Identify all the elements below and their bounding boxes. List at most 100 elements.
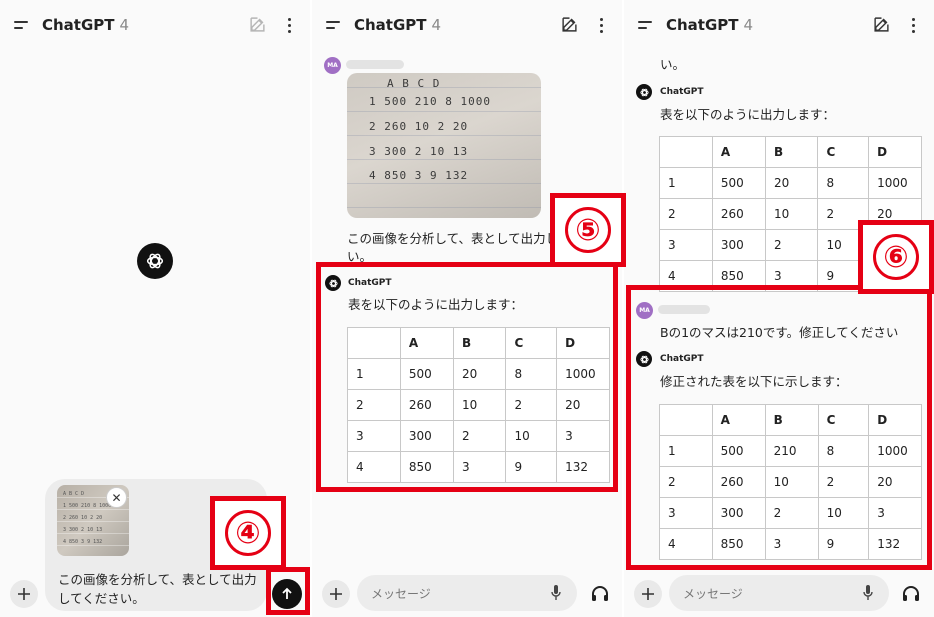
table-cell: 20 xyxy=(556,389,610,421)
table-cell: D xyxy=(868,136,922,168)
table-cell: 500 xyxy=(399,358,454,390)
plus-icon xyxy=(18,588,30,600)
table-cell: A xyxy=(711,136,766,168)
edit-icon[interactable] xyxy=(873,16,890,33)
user-avatar: MA xyxy=(324,57,341,74)
table-row: 485039132 xyxy=(347,451,610,483)
message-input[interactable]: この画像を分析して、表として出力してください。 xyxy=(58,570,258,608)
add-button[interactable] xyxy=(10,580,38,608)
table-cell: 1 xyxy=(659,167,713,199)
step-label-6: ⑥ xyxy=(858,220,934,294)
table-cell: D xyxy=(556,327,610,359)
result-table: A B C D 1 500 20 8 1000 2 260 10 2 20 3 300 2 10 3 4 850 3 9 13… xyxy=(347,327,610,483)
table-cell: 10 xyxy=(452,389,507,421)
table-row: 2 260 10 2 20 xyxy=(347,389,610,421)
table-header-row: ABCD xyxy=(347,327,610,359)
table-cell: 2 xyxy=(764,229,819,261)
user-name-blurred xyxy=(346,60,404,69)
more-icon[interactable] xyxy=(288,17,292,33)
step-label-5: ⑤ xyxy=(550,193,626,267)
headphones-icon[interactable] xyxy=(591,586,609,602)
table-cell: 3 xyxy=(452,451,507,483)
top-bar: ChatGPT 4 xyxy=(0,0,310,50)
table-cell: 1000 xyxy=(868,167,922,199)
top-bar: ChatGPT 4 xyxy=(312,0,622,50)
menu-icon[interactable] xyxy=(638,19,654,31)
assistant-intro: 表を以下のように出力します： xyxy=(348,297,524,312)
app-title[interactable]: ChatGPT 4 xyxy=(42,16,129,34)
table-cell: 1000 xyxy=(556,358,610,390)
table-cell: B xyxy=(764,136,819,168)
menu-icon[interactable] xyxy=(326,19,342,31)
message-input-placeholder: メッセージ xyxy=(683,587,743,601)
table-cell: 20 xyxy=(764,167,819,199)
mic-icon[interactable] xyxy=(551,584,561,602)
message-input-bar[interactable]: メッセージ xyxy=(357,575,577,611)
table-cell: 10 xyxy=(764,198,819,230)
table-cell: 10 xyxy=(505,420,558,452)
more-icon[interactable] xyxy=(912,17,916,33)
table-cell: 500 xyxy=(711,167,766,199)
more-icon[interactable] xyxy=(600,17,604,33)
previous-message-fragment: い。 xyxy=(660,57,686,72)
table-cell: 300 xyxy=(399,420,454,452)
edit-icon[interactable] xyxy=(561,16,578,33)
top-bar: ChatGPT 4 xyxy=(624,0,934,50)
panel-compose: ChatGPT 4 A B C D 1 500 210 8 1000 2 260 … xyxy=(0,0,310,617)
assistant-name: ChatGPT xyxy=(660,87,704,97)
mic-icon[interactable] xyxy=(863,584,873,602)
assistant-intro: 表を以下のように出力します： xyxy=(660,107,836,122)
table-cell: 2 xyxy=(659,198,713,230)
table-cell: 2 xyxy=(347,389,401,421)
message-input-placeholder: メッセージ xyxy=(371,587,431,601)
table-row: 33002103 xyxy=(347,420,610,452)
table-cell: C xyxy=(505,327,558,359)
table-cell xyxy=(347,327,401,359)
message-input-bar[interactable]: メッセージ xyxy=(669,575,889,611)
table-cell: 8 xyxy=(817,167,870,199)
table-cell: 20 xyxy=(452,358,507,390)
remove-attachment-button[interactable]: ✕ xyxy=(106,487,127,508)
chatgpt-logo-icon xyxy=(137,243,173,279)
menu-icon[interactable] xyxy=(14,19,30,31)
table-cell: 4 xyxy=(347,451,401,483)
app-title[interactable]: ChatGPT 4 xyxy=(354,16,441,34)
send-arrow-icon xyxy=(282,587,292,599)
table-cell: 3 xyxy=(556,420,610,452)
table-cell: 132 xyxy=(556,451,610,483)
screenshots-container: ChatGPT 4 A B C D 1 500 210 8 1000 2 260 … xyxy=(0,0,934,617)
table-row: 1 500 20 8 1000 xyxy=(659,167,922,199)
table-cell: 3 xyxy=(659,229,713,261)
table-cell xyxy=(659,136,713,168)
step-label-4: ④ xyxy=(210,496,286,570)
table-cell: 260 xyxy=(711,198,766,230)
add-button[interactable] xyxy=(322,580,350,608)
assistant-name: ChatGPT xyxy=(348,278,392,288)
table-cell: 9 xyxy=(505,451,558,483)
uploaded-photo[interactable]: A B C D 1 500 210 8 1000 2 260 10 2 20 3… xyxy=(347,73,541,218)
table-cell: 3 xyxy=(347,420,401,452)
headphones-icon[interactable] xyxy=(902,586,920,602)
table-cell: 8 xyxy=(505,358,558,390)
app-title[interactable]: ChatGPT 4 xyxy=(666,16,753,34)
table-cell: 1 xyxy=(347,358,401,390)
table-cell: 850 xyxy=(399,451,454,483)
table-cell: 2 xyxy=(452,420,507,452)
highlight-correction xyxy=(626,285,932,570)
send-button[interactable] xyxy=(272,579,302,609)
table-cell: 300 xyxy=(711,229,766,261)
add-button[interactable] xyxy=(634,580,662,608)
table-cell: C xyxy=(817,136,870,168)
plus-icon xyxy=(642,588,654,600)
table-cell: 260 xyxy=(399,389,454,421)
table-header-row: ABCD xyxy=(659,136,922,168)
table-cell: A xyxy=(399,327,454,359)
close-icon: ✕ xyxy=(111,490,122,505)
chatgpt-logo-icon xyxy=(636,84,652,100)
plus-icon xyxy=(330,588,342,600)
chatgpt-logo-icon xyxy=(325,275,341,291)
table-cell: B xyxy=(452,327,507,359)
user-message-line1: この画像を分析して、表として出力し xyxy=(347,231,559,246)
edit-icon xyxy=(250,17,265,32)
table-row: 1 500 20 8 1000 xyxy=(347,358,610,390)
